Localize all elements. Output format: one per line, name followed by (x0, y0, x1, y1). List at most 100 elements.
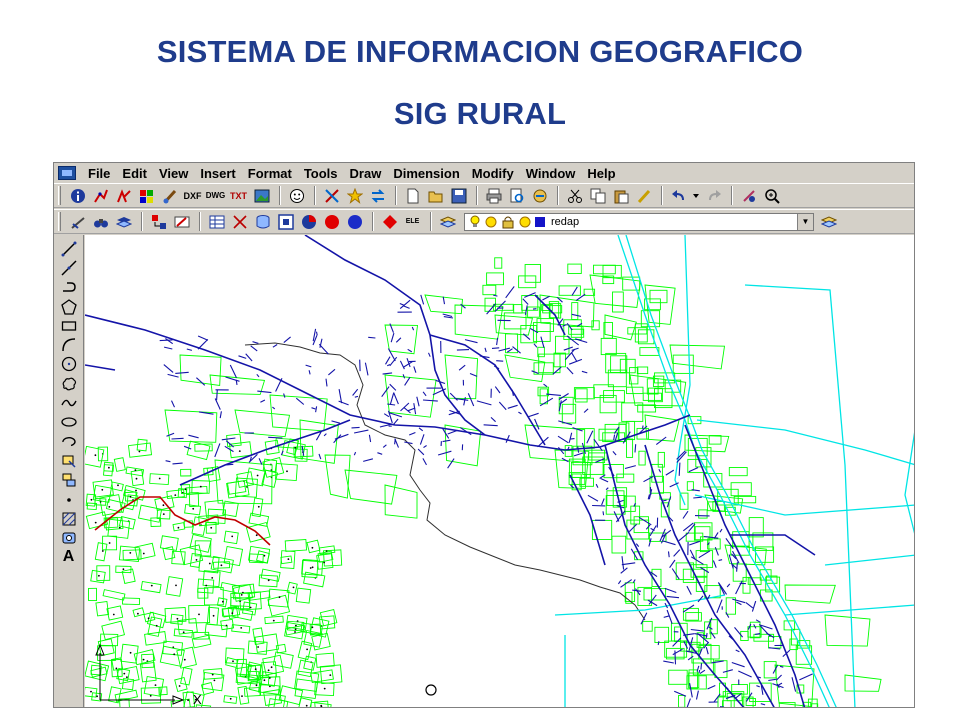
menu-format[interactable]: Format (242, 166, 298, 181)
network-branch (705, 646, 709, 655)
revcloud-icon[interactable] (58, 374, 80, 393)
undo-icon[interactable] (668, 186, 689, 206)
cut-icon[interactable] (564, 186, 585, 206)
match-properties-icon[interactable] (633, 186, 654, 206)
red-diamond-icon[interactable] (379, 212, 400, 232)
menu-window[interactable]: Window (520, 166, 582, 181)
print-icon[interactable] (483, 186, 504, 206)
network-branch (183, 445, 192, 450)
measure-icon[interactable] (321, 186, 342, 206)
redo-icon[interactable] (703, 186, 724, 206)
parcel-point (98, 574, 100, 577)
edit-text-icon[interactable] (171, 212, 192, 232)
pencil-ruler-icon[interactable] (67, 212, 88, 232)
image-icon[interactable] (251, 186, 272, 206)
transfer-icon[interactable] (367, 186, 388, 206)
network-tool-icon[interactable] (113, 186, 134, 206)
parcel (102, 589, 126, 601)
properties-icon[interactable] (148, 212, 169, 232)
network-branch (390, 332, 395, 343)
menu-tools[interactable]: Tools (298, 166, 344, 181)
parcel (90, 666, 108, 678)
network-branch (257, 390, 272, 394)
table-icon[interactable] (206, 212, 227, 232)
hatch-icon[interactable] (58, 509, 80, 528)
network-branch (543, 383, 548, 388)
menu-insert[interactable]: Insert (194, 166, 241, 181)
drawing-canvas[interactable]: X (85, 235, 914, 707)
menu-help[interactable]: Help (581, 166, 621, 181)
network-branch (172, 462, 183, 465)
polygon-icon[interactable] (58, 297, 80, 316)
save-icon[interactable] (448, 186, 469, 206)
rectangle-icon[interactable] (58, 316, 80, 335)
undo-dropdown-icon[interactable] (691, 186, 701, 206)
toolbar-grip[interactable] (58, 212, 61, 231)
ele-button[interactable]: ELE (402, 212, 423, 232)
layers-color-icon[interactable] (136, 186, 157, 206)
region-icon[interactable] (58, 528, 80, 547)
layer-previous-icon[interactable] (818, 212, 839, 232)
zoom-realtime-icon[interactable] (761, 186, 782, 206)
layer-manager-icon[interactable] (437, 212, 458, 232)
app-icon[interactable] (58, 166, 76, 180)
polyline-tool-icon[interactable] (90, 186, 111, 206)
multiline-text-button[interactable]: A (58, 548, 80, 567)
menu-dimension[interactable]: Dimension (387, 166, 465, 181)
line-icon[interactable] (58, 239, 80, 258)
binoculars-icon[interactable] (90, 212, 111, 232)
parcel (310, 669, 334, 683)
network-branch (634, 444, 637, 453)
smiley-icon[interactable] (286, 186, 307, 206)
paste-icon[interactable] (610, 186, 631, 206)
chevron-down-icon[interactable]: ▼ (797, 213, 813, 230)
multiline-icon[interactable] (58, 278, 80, 297)
blue-circle-icon[interactable] (344, 212, 365, 232)
network-branch (586, 430, 594, 444)
point-icon[interactable] (58, 490, 80, 509)
layers-stack-icon[interactable] (113, 212, 134, 232)
red-circle-icon[interactable] (321, 212, 342, 232)
star-icon[interactable] (344, 186, 365, 206)
parcel (567, 263, 582, 274)
menu-file[interactable]: File (82, 166, 116, 181)
publish-icon[interactable] (529, 186, 550, 206)
open-folder-icon[interactable] (425, 186, 446, 206)
insert-block-icon[interactable] (58, 451, 80, 470)
pie-icon[interactable] (298, 212, 319, 232)
network-branch (311, 407, 316, 410)
dwg-button[interactable]: DWG (205, 186, 226, 206)
ellipse-icon[interactable] (58, 413, 80, 432)
copy-icon[interactable] (587, 186, 608, 206)
circle-icon[interactable] (58, 355, 80, 374)
menu-edit[interactable]: Edit (116, 166, 153, 181)
arc-icon[interactable] (58, 335, 80, 354)
brush-icon[interactable] (159, 186, 180, 206)
toolbar-grip[interactable] (58, 186, 61, 205)
print-preview-icon[interactable] (506, 186, 527, 206)
network-branch (449, 392, 458, 401)
network-branch (364, 362, 369, 376)
parcel-point (90, 690, 92, 693)
network-branch (673, 549, 681, 557)
construction-line-icon[interactable] (58, 258, 80, 277)
make-block-icon[interactable] (58, 471, 80, 490)
dxf-button[interactable]: DXF (182, 186, 203, 206)
layer-dropdown[interactable]: redap ▼ (464, 212, 814, 231)
txt-button[interactable]: TXT (228, 186, 249, 206)
scissors-line-icon[interactable] (229, 212, 250, 232)
network-branch (688, 467, 699, 473)
menu-view[interactable]: View (153, 166, 194, 181)
spline-icon[interactable] (58, 393, 80, 412)
menu-modify[interactable]: Modify (466, 166, 520, 181)
parcel-point (213, 679, 216, 682)
ellipse-arc-icon[interactable] (58, 432, 80, 451)
new-file-icon[interactable] (402, 186, 423, 206)
menu-draw[interactable]: Draw (344, 166, 388, 181)
info-icon[interactable] (67, 186, 88, 206)
standard-toolbar: DXF DWG TXT (54, 183, 914, 208)
database-icon[interactable] (252, 212, 273, 232)
square-point-icon[interactable] (275, 212, 296, 232)
pan-icon[interactable] (738, 186, 759, 206)
network-branch (368, 336, 376, 339)
